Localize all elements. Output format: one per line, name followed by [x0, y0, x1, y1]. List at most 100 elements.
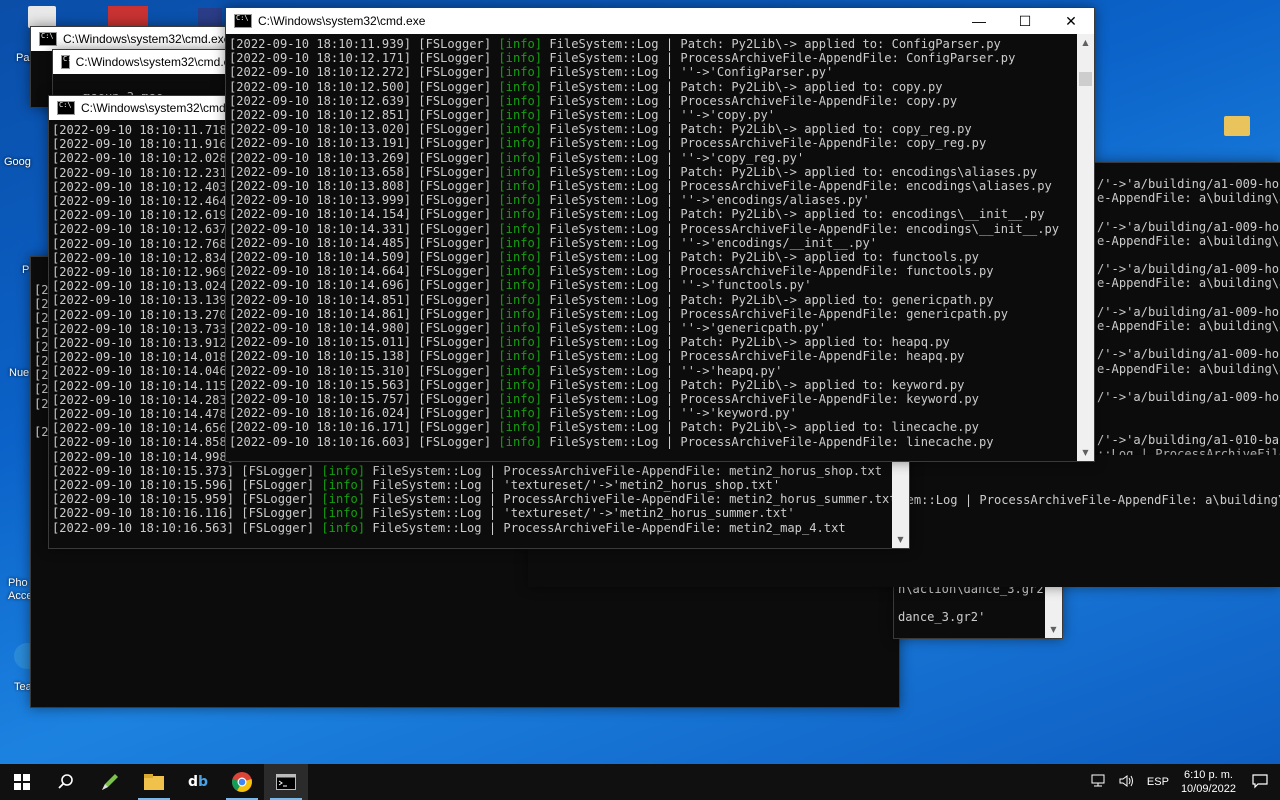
- app-icon[interactable]: [108, 6, 148, 28]
- log-message: FileSystem::Log | ProcessArchiveFile-App…: [542, 51, 1016, 66]
- folder-icon[interactable]: [1224, 116, 1250, 136]
- taskbar-app-cmd[interactable]: [264, 764, 308, 800]
- log-level: [info]: [498, 193, 543, 208]
- log-timestamp: [2022-09-10 18:10:13.024]: [52, 279, 235, 294]
- log-timestamp: [2022-09-10 18:10:11.916]: [52, 137, 235, 152]
- scrollbar[interactable]: ▲ ▼: [1077, 34, 1094, 461]
- cmd-window-5[interactable]: /'->'a/building/a1-009-ho e-AppendFile: a…: [1094, 162, 1280, 464]
- log-timestamp: [2022-09-10 18:10:12.639]: [229, 93, 412, 108]
- scroll-down-arrow-icon[interactable]: ▼: [892, 531, 909, 548]
- log-level: [info]: [498, 93, 543, 108]
- log-timestamp: [2022-09-10 18:10:13.658]: [229, 164, 412, 179]
- log-timestamp: [2022-09-10 18:10:14.018]: [52, 350, 235, 365]
- console-line: e-AppendFile: a\building\a: [1097, 276, 1280, 291]
- console-line: dance_3.gr2': [898, 610, 986, 625]
- log-timestamp: [2022-09-10 18:10:14.331]: [229, 221, 412, 236]
- log-logger: [FSLogger]: [411, 349, 499, 364]
- notifications-icon[interactable]: [1252, 773, 1268, 792]
- search-icon: [58, 774, 73, 789]
- log-level: [info]: [498, 51, 543, 66]
- log-timestamp: [2022-09-10 18:10:11.718]: [52, 123, 235, 137]
- scroll-down-arrow-icon[interactable]: ▼: [1077, 444, 1094, 461]
- log-timestamp: [2022-09-10 18:10:15.959]: [52, 492, 235, 507]
- log-message: FileSystem::Log | ProcessArchiveFile-App…: [542, 179, 1052, 194]
- start-button[interactable]: [0, 764, 44, 800]
- log-logger: [FSLogger]: [411, 235, 499, 250]
- close-icon: ✕: [1065, 12, 1077, 29]
- log-timestamp: [2022-09-10 18:10:11.939]: [229, 37, 412, 51]
- desktop-icon-p[interactable]: P: [22, 264, 29, 276]
- console-line: [2022-09-10 18:10:16.563] [FSLogger] [in…: [52, 521, 909, 535]
- log-level: [info]: [498, 278, 543, 293]
- log-logger: [FSLogger]: [411, 363, 499, 378]
- log-logger: [FSLogger]: [411, 193, 499, 208]
- window-title: C:\Windows\system32\cmd.exe: [75, 55, 243, 69]
- console-line: [2022-09-10 18:10:14.664] [FSLogger] [in…: [229, 264, 1077, 278]
- log-timestamp: [2022-09-10 18:10:15.373]: [52, 463, 235, 478]
- log-message: FileSystem::Log | ProcessArchiveFile-App…: [542, 264, 994, 279]
- volume-icon[interactable]: [1119, 774, 1135, 791]
- console-line: [2022-09-10 18:10:15.310] [FSLogger] [in…: [229, 364, 1077, 378]
- taskbar-app-editor[interactable]: [88, 764, 132, 800]
- log-logger: [FSLogger]: [411, 406, 499, 421]
- log-logger: [FSLogger]: [411, 164, 499, 179]
- log-level: [info]: [498, 292, 543, 307]
- cmd-window-main[interactable]: C:\Windows\system32\cmd.exe — ☐ ✕ [2022-…: [225, 7, 1095, 462]
- console-line: /'->'a/building/a1-009-ho: [1097, 347, 1280, 362]
- log-level: [info]: [498, 122, 543, 137]
- log-timestamp: [2022-09-10 18:10:15.011]: [229, 335, 412, 350]
- log-timestamp: [2022-09-10 18:10:14.696]: [229, 278, 412, 293]
- desktop-icon-nuevo[interactable]: Nue: [9, 367, 29, 379]
- search-button[interactable]: [44, 764, 88, 800]
- maximize-icon: ☐: [1018, 12, 1032, 29]
- console-line: [2022-09-10 18:10:13.808] [FSLogger] [in…: [229, 179, 1077, 193]
- log-level: [info]: [498, 65, 543, 80]
- log-timestamp: [2022-09-10 18:10:12.171]: [229, 51, 412, 66]
- close-button[interactable]: ✕: [1048, 8, 1094, 34]
- title-bar[interactable]: C:\Windows\system32\cmd.exe: [31, 27, 241, 51]
- scroll-up-arrow-icon[interactable]: ▲: [1077, 34, 1094, 51]
- log-timestamp: [2022-09-10 18:10:12.851]: [229, 108, 412, 123]
- console-line: [2022-09-10 18:10:14.696] [FSLogger] [in…: [229, 278, 1077, 292]
- log-logger: [FSLogger]: [234, 478, 322, 493]
- log-timestamp: [2022-09-10 18:10:12.969]: [52, 265, 235, 280]
- taskbar-app-file-explorer[interactable]: [132, 764, 176, 800]
- system-tray: ESP 6:10 p. m. 10/09/2022: [1085, 764, 1280, 800]
- console-line: [2022-09-10 18:10:15.563] [FSLogger] [in…: [229, 378, 1077, 392]
- console-line: [2022-09-10 18:10:11.939] [FSLogger] [in…: [229, 37, 1077, 51]
- windows-logo-icon: [14, 774, 30, 790]
- log-timestamp: [2022-09-10 18:10:13.139]: [52, 293, 235, 308]
- scroll-thumb[interactable]: [1079, 72, 1092, 86]
- log-level: [info]: [498, 207, 543, 222]
- cmd-icon: [39, 32, 57, 46]
- taskbar-app-dbeaver[interactable]: db: [176, 764, 220, 800]
- language-indicator[interactable]: ESP: [1147, 776, 1169, 788]
- clock[interactable]: 6:10 p. m. 10/09/2022: [1181, 768, 1236, 796]
- log-message: FileSystem::Log | Patch: Py2Lib\-> appli…: [542, 164, 1038, 179]
- log-message: FileSystem::Log | Patch: Py2Lib\-> appli…: [542, 37, 1001, 51]
- network-icon[interactable]: [1091, 774, 1107, 791]
- console-line: [2022-09-10 18:10:16.171] [FSLogger] [in…: [229, 420, 1077, 434]
- console-line: [2022-09-10 18:10:13.269] [FSLogger] [in…: [229, 151, 1077, 165]
- console-line: e-AppendFile: a\building\a: [1097, 233, 1280, 248]
- console-line: [2022-09-10 18:10:14.331] [FSLogger] [in…: [229, 222, 1077, 236]
- maximize-button[interactable]: ☐: [1002, 8, 1048, 34]
- window-title: C:\Windows\system32\cmd.exe: [81, 101, 249, 115]
- title-bar[interactable]: C:\Windows\system32\cmd.exe — ☐ ✕: [226, 8, 1094, 34]
- log-logger: [FSLogger]: [411, 136, 499, 151]
- desktop-icon-google[interactable]: Goog: [4, 156, 31, 168]
- log-message: FileSystem::Log | ''->'ConfigParser.py': [542, 65, 834, 80]
- desktop-icon-photo[interactable]: Pho Acce: [8, 577, 32, 603]
- scroll-down-arrow-icon[interactable]: ▼: [1045, 621, 1062, 638]
- taskbar-app-chrome[interactable]: [220, 764, 264, 800]
- app-icon[interactable]: [198, 8, 222, 28]
- log-message: FileSystem::Log | ProcessArchiveFile-App…: [365, 492, 897, 507]
- log-timestamp: [2022-09-10 18:10:15.138]: [229, 349, 412, 364]
- console-line: [2022-09-10 18:10:15.757] [FSLogger] [in…: [229, 392, 1077, 406]
- minimize-button[interactable]: —: [956, 8, 1002, 34]
- log-message: FileSystem::Log | 'textureset/'->'metin2…: [365, 506, 795, 521]
- console-line: [2022-09-10 18:10:14.485] [FSLogger] [in…: [229, 236, 1077, 250]
- cmd-icon: [57, 101, 75, 115]
- title-bar[interactable]: C:\Windows\system32\cmd.exe: [53, 50, 243, 74]
